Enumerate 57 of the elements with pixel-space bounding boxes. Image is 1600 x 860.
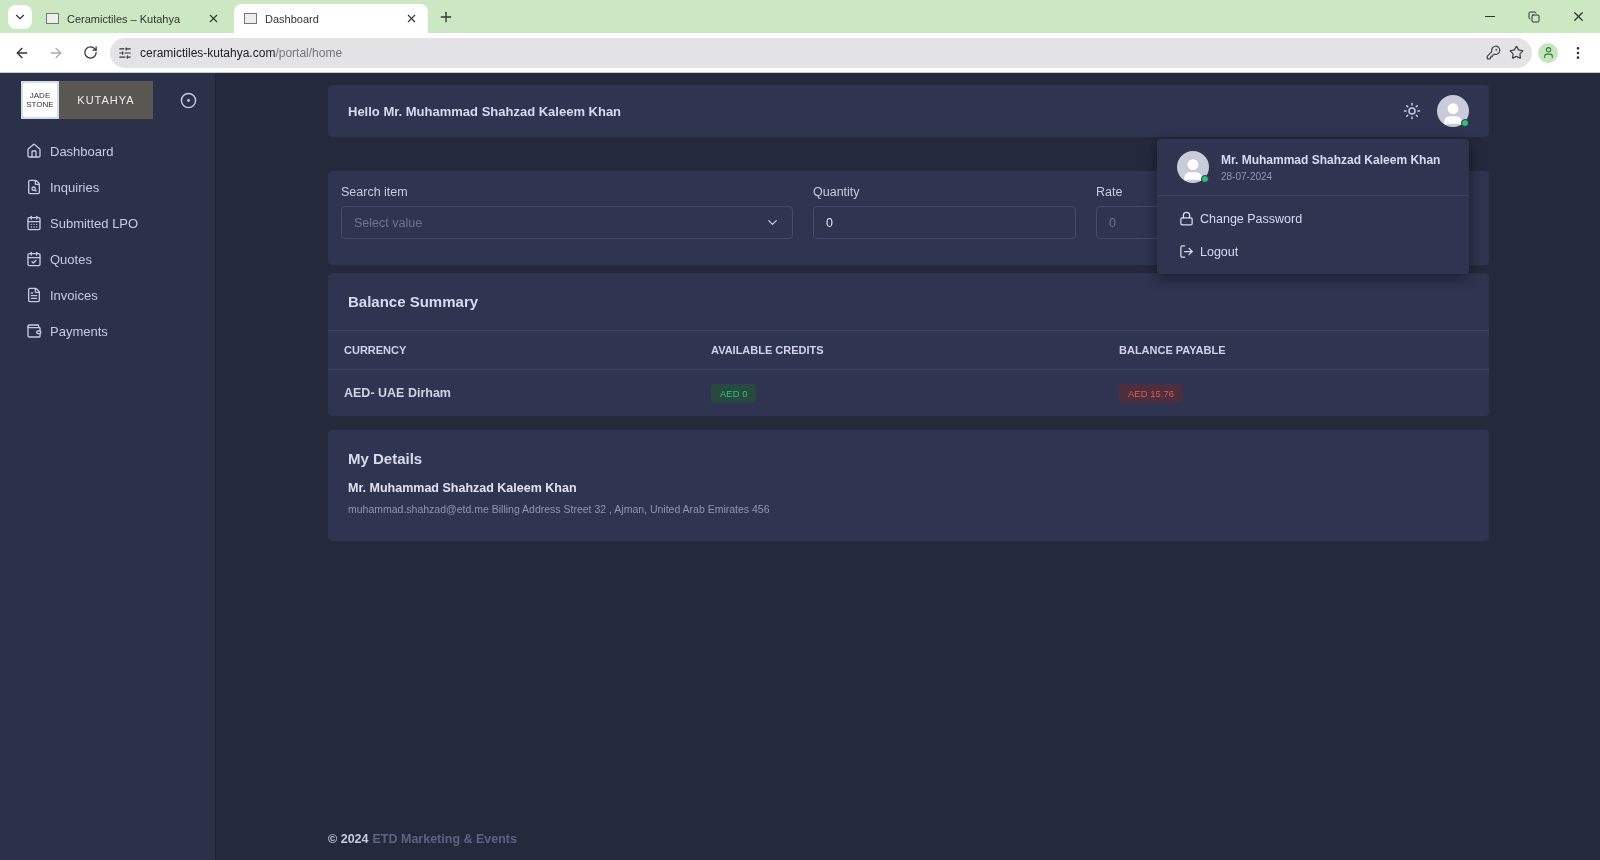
logo-right: KUTAHYA	[59, 81, 153, 119]
copyright-text: © 2024	[328, 832, 369, 846]
credits-badge: AED 0	[711, 383, 757, 403]
plus-icon	[438, 9, 454, 25]
field-label: Quantity	[813, 185, 861, 199]
online-dot	[1201, 175, 1209, 183]
user-date: 28-07-2024	[1221, 170, 1274, 182]
column-header: BALANCE PAYABLE	[1119, 344, 1227, 356]
nav-icon	[26, 179, 42, 195]
minimize-icon	[1485, 16, 1495, 17]
profile-icon[interactable]	[1538, 42, 1558, 63]
field-label: Rate	[1096, 185, 1124, 199]
theme-toggle-icon[interactable]	[1403, 102, 1421, 120]
table-cell-text: AED- UAE Dirham	[344, 386, 452, 400]
customer-info: muhammad.shahzad@etd.me Billing Address Street 32 , Ajman, United Arab Emirates 456	[347, 502, 771, 517]
close-icon[interactable]	[207, 12, 220, 25]
nav-icon	[26, 251, 42, 267]
field-label: Search item	[341, 185, 409, 199]
card-title: My Details	[347, 449, 424, 469]
bookmark-star-icon[interactable]	[1509, 45, 1524, 60]
url-text: ceramictiles-kutahya.com/portal/home	[140, 45, 343, 60]
browser-tab[interactable]: Ceramictiles – Kutahya	[36, 4, 230, 33]
payable-badge: AED 15.76	[1119, 383, 1183, 403]
favicon-icon	[46, 13, 59, 24]
restore-icon	[1528, 10, 1540, 23]
card-title: Balance Summary	[347, 292, 480, 312]
sidebar-item[interactable]: Inquiries	[0, 169, 215, 205]
close-icon[interactable]	[405, 12, 418, 25]
menu-item[interactable]: Change Password	[1157, 202, 1469, 235]
address-bar[interactable]: ceramictiles-kutahya.com/portal/home	[110, 37, 1532, 68]
column-header: CURRENCY	[344, 344, 408, 356]
user-name: Mr. Muhammad Shahzad Kaleem Khan	[1221, 152, 1441, 167]
user-avatar[interactable]	[1437, 95, 1469, 127]
greeting-text: Hello Mr. Muhammad Shahzad Kaleem Khan	[348, 103, 623, 119]
reload-icon	[82, 45, 98, 60]
sidebar-toggle-icon[interactable]	[180, 91, 197, 109]
nav-icon	[26, 287, 42, 303]
logo-left: JADE STONE	[21, 81, 59, 119]
menu-item[interactable]: Logout	[1157, 235, 1469, 268]
nav-icon	[26, 143, 42, 159]
logout-icon	[1179, 244, 1194, 259]
sidebar-item[interactable]: Payments	[0, 313, 215, 349]
tab-list-button[interactable]	[8, 5, 32, 29]
browser-tab[interactable]: Dashboard	[234, 4, 428, 33]
favicon-icon	[244, 13, 257, 24]
nav-icon	[26, 323, 42, 339]
column-header: AVAILABLE CREDITS	[711, 344, 825, 356]
sidebar-item[interactable]: Dashboard	[0, 133, 215, 169]
key-icon[interactable]	[1486, 45, 1501, 60]
site-settings-icon[interactable]	[118, 45, 132, 60]
quantity-field[interactable]: 0	[813, 206, 1076, 239]
sidebar-item[interactable]: Quotes	[0, 241, 215, 277]
lock-icon	[1179, 211, 1194, 226]
sidebar-item[interactable]: Invoices	[0, 277, 215, 313]
nav-icon	[26, 215, 42, 231]
sidebar-item[interactable]: Submitted LPO	[0, 205, 215, 241]
customer-name: Mr. Muhammad Shahzad Kaleem Khan	[347, 481, 578, 495]
